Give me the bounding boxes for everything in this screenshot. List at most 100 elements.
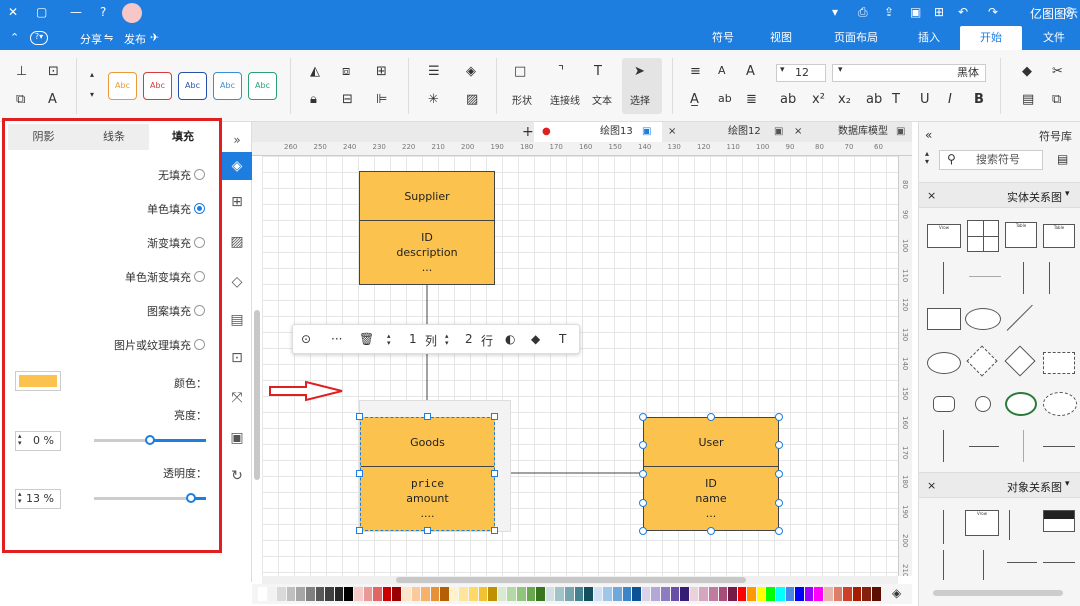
shadow-icon[interactable]: ✳ <box>428 92 439 107</box>
tab-fill[interactable]: 填充 <box>149 124 217 150</box>
palette-swatch[interactable] <box>536 587 545 601</box>
palette-swatch[interactable] <box>651 587 660 601</box>
resize-handle[interactable] <box>424 413 431 420</box>
palette-swatch[interactable] <box>296 587 305 601</box>
shape-multivalued[interactable] <box>1005 392 1037 416</box>
shape-line[interactable] <box>1023 262 1024 294</box>
palette-swatch[interactable] <box>612 587 622 601</box>
shape-table[interactable]: Table <box>1043 224 1075 248</box>
tab-symbol[interactable]: 符号 <box>704 26 742 50</box>
collapse-panel-icon[interactable]: « <box>925 128 932 142</box>
tab-shadow[interactable]: 阴影 <box>8 124 79 150</box>
table-icon[interactable]: ⊡ <box>227 348 247 368</box>
palette-swatch[interactable] <box>440 587 449 601</box>
palette-swatch[interactable] <box>843 587 852 601</box>
fill-option-gradient[interactable]: 渐变填充 <box>5 235 217 251</box>
resize-handle[interactable] <box>491 413 498 420</box>
superscript-icon[interactable]: x² <box>812 92 825 107</box>
close-icon[interactable]: ✕ <box>8 5 18 19</box>
palette-swatch[interactable] <box>286 587 296 601</box>
align-text-icon[interactable]: ≡ <box>690 64 701 79</box>
text-format-icon[interactable]: T <box>892 92 900 107</box>
connection-point[interactable] <box>775 470 783 478</box>
palette-swatch[interactable] <box>785 587 795 601</box>
shape-button[interactable]: 形状 <box>512 92 532 107</box>
tab-home[interactable]: 开始 <box>960 26 1022 50</box>
line-spacing-icon[interactable]: ≣ <box>746 92 757 107</box>
style-scroll-down-icon[interactable]: ▾ <box>90 90 94 99</box>
resize-handle[interactable] <box>491 527 498 534</box>
palette-swatch[interactable] <box>776 587 785 601</box>
horizontal-scrollbar[interactable] <box>262 576 898 584</box>
tab-file[interactable]: 文件 <box>1034 26 1074 50</box>
connector-button[interactable]: 连接线 <box>550 92 580 107</box>
doc-tab-label[interactable]: 绘图13 <box>594 122 639 142</box>
palette-swatch[interactable] <box>708 587 718 601</box>
palette-swatch[interactable] <box>430 587 440 601</box>
publish-button[interactable]: 发布 <box>124 31 146 47</box>
size-icon[interactable]: ⊡ <box>48 64 59 79</box>
highlight-icon[interactable]: ab <box>718 92 732 105</box>
palette-swatch[interactable] <box>565 587 574 601</box>
close-tab-icon[interactable]: × <box>788 122 808 142</box>
paste-icon[interactable]: ▤ <box>1022 92 1034 107</box>
fill-option-none[interactable]: 无填充 <box>5 167 217 183</box>
palette-swatch[interactable] <box>756 587 766 601</box>
collapse-icon[interactable]: ⌃ <box>10 31 19 44</box>
palette-swatch[interactable] <box>421 587 430 601</box>
palette-swatch[interactable] <box>603 587 612 601</box>
more-options-icon[interactable]: ⊙ <box>301 332 311 346</box>
layers-icon[interactable]: ◇ <box>227 272 247 292</box>
shape-line[interactable] <box>943 510 944 544</box>
shape-grid[interactable] <box>967 220 999 252</box>
format-painter-icon[interactable]: ◆ <box>1022 64 1032 79</box>
case-icon[interactable]: ab <box>866 92 882 107</box>
entity-supplier[interactable]: Supplier ID description ... <box>359 171 495 285</box>
bold-icon[interactable]: B <box>974 92 984 107</box>
entity-user[interactable]: User ID name ... <box>643 417 779 531</box>
style-sample[interactable]: Abc <box>213 72 242 100</box>
palette-swatch[interactable] <box>344 587 353 601</box>
palette-swatch[interactable] <box>469 587 478 601</box>
shape-weak-entity[interactable] <box>1043 352 1075 374</box>
shape-line[interactable] <box>943 550 944 580</box>
shape-rounded[interactable] <box>933 396 955 412</box>
shape-strong-entity[interactable] <box>927 308 961 330</box>
copy-icon[interactable]: ⧉ <box>1052 92 1061 107</box>
shape-attribute[interactable] <box>965 308 1001 330</box>
shape-circle[interactable] <box>975 396 991 412</box>
page-icon[interactable]: ▤ <box>227 310 247 330</box>
transparency-slider-knob[interactable] <box>186 493 197 503</box>
tab-page-layout[interactable]: 页面布局 <box>826 26 886 50</box>
stepper-icon[interactable]: ▴ ▾ <box>18 433 22 447</box>
palette-swatch[interactable] <box>804 587 814 601</box>
stepper-icon[interactable]: ▴ ▾ <box>18 491 22 505</box>
section-object-diagram[interactable]: × 对象关系图 ▾ <box>919 472 1080 498</box>
resize-handle[interactable] <box>356 413 363 420</box>
connection-point[interactable] <box>639 413 647 421</box>
text-icon[interactable]: T <box>559 332 566 346</box>
section-er-diagram[interactable]: × 实体关系图 ▾ <box>919 182 1080 208</box>
palette-swatch[interactable] <box>555 587 564 601</box>
palette-swatch[interactable] <box>277 587 286 601</box>
doc-tab-label[interactable]: 数据库模型 <box>832 122 894 142</box>
shrink-font-icon[interactable]: A <box>718 64 726 77</box>
arrange-icon[interactable]: ⊞ <box>376 64 387 79</box>
shape-line[interactable] <box>1043 562 1075 563</box>
palette-swatch[interactable] <box>526 587 536 601</box>
new-icon[interactable]: ⊞ <box>934 5 944 19</box>
fit-icon[interactable]: ⤧ <box>227 388 247 408</box>
connection-point[interactable] <box>639 470 647 478</box>
palette-swatch[interactable] <box>660 587 670 601</box>
palette-swatch[interactable] <box>459 587 469 601</box>
redo-icon[interactable]: ↷ <box>988 5 998 19</box>
connection-point[interactable] <box>775 413 783 421</box>
connection-point[interactable] <box>639 441 647 449</box>
connection-point[interactable] <box>639 527 647 535</box>
help-circle-icon[interactable]: ?▾ <box>30 31 48 45</box>
stepper-icon[interactable]: ▴ ▾ <box>387 333 391 347</box>
column-count[interactable]: 1 <box>409 332 417 346</box>
palette-swatch[interactable] <box>478 587 488 601</box>
font-color-icon[interactable]: A̲ <box>690 92 699 107</box>
shape-line[interactable] <box>943 262 944 294</box>
